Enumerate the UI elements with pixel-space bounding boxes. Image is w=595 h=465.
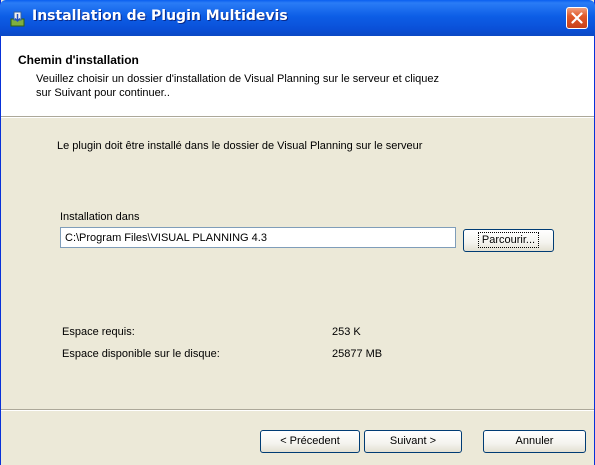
close-button[interactable] <box>566 7 588 29</box>
previous-button[interactable]: < Précedent <box>260 430 360 453</box>
installer-window: Installation de Plugin Multidevis Chemin… <box>0 0 595 465</box>
intro-text: Le plugin doit être installé dans le dos… <box>57 140 423 152</box>
space-available-label: Espace disponible sur le disque: <box>62 348 220 360</box>
space-required-label: Espace requis: <box>62 326 135 338</box>
space-available-value: 25877 MB <box>332 348 383 360</box>
browse-button-label: Parcourir... <box>477 232 540 248</box>
footer-separator <box>1 409 594 411</box>
install-path-input[interactable] <box>60 227 456 248</box>
window-title: Installation de Plugin Multidevis <box>32 8 288 24</box>
installer-icon <box>9 10 26 27</box>
install-path-label: Installation dans <box>60 211 140 223</box>
space-required-value: 253 K <box>332 326 361 338</box>
step-title: Chemin d'installation <box>18 53 139 67</box>
title-bar[interactable]: Installation de Plugin Multidevis <box>0 0 595 36</box>
browse-button[interactable]: Parcourir... <box>463 229 554 252</box>
next-button[interactable]: Suivant > <box>364 430 462 453</box>
header-separator <box>1 116 594 118</box>
close-icon <box>571 12 583 24</box>
step-description: Veuillez choisir un dossier d'installati… <box>36 73 440 99</box>
cancel-button[interactable]: Annuler <box>483 430 586 453</box>
